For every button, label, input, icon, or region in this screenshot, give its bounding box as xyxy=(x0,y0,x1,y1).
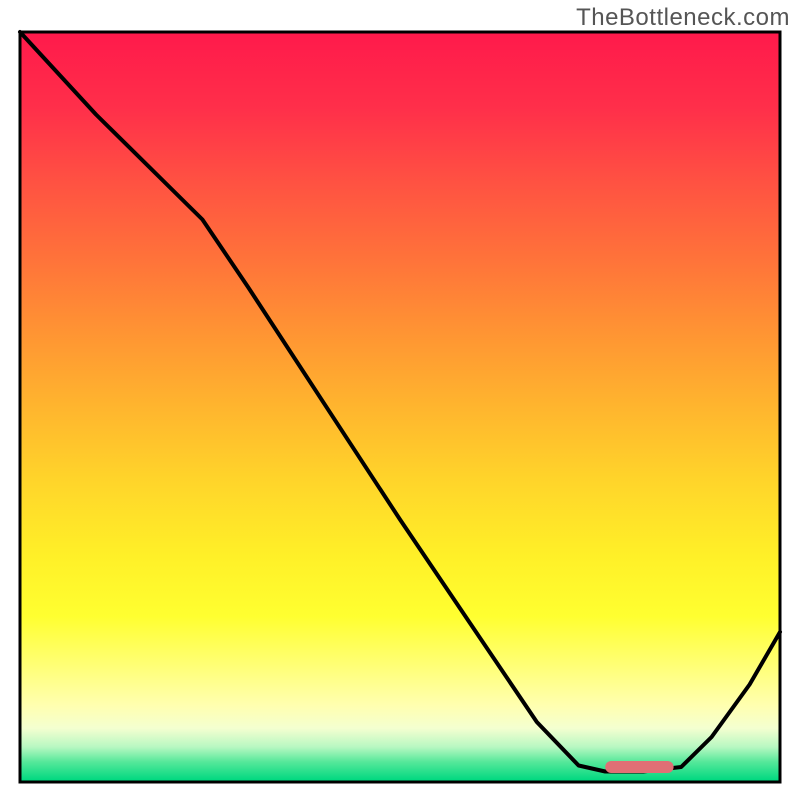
chart-svg xyxy=(0,0,800,800)
plot-background xyxy=(22,34,779,781)
optimal-marker xyxy=(605,761,673,773)
watermark-text: TheBottleneck.com xyxy=(576,4,790,32)
